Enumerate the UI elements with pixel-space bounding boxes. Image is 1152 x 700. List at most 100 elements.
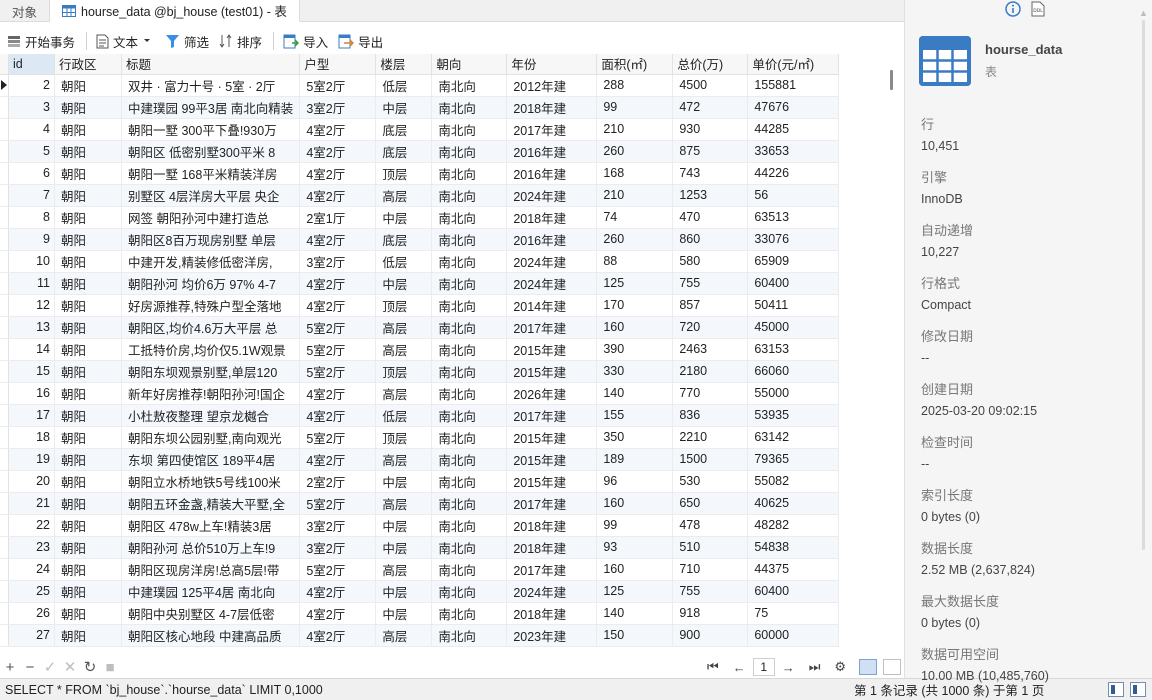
table-cell[interactable]: 4室2厅	[299, 624, 377, 647]
table-cell[interactable]: 53935	[747, 404, 840, 427]
first-page-icon[interactable]: ⏮	[707, 659, 719, 675]
table-cell[interactable]: 朝阳区,均价4.6万大平层 总	[121, 316, 301, 339]
table-cell[interactable]: 140	[596, 382, 674, 405]
table-cell[interactable]: 中建璞园 99平3居 南北向精装	[121, 96, 301, 119]
table-cell[interactable]: 48282	[747, 514, 840, 537]
table-cell[interactable]: 2024年建	[506, 184, 598, 207]
table-cell[interactable]: 南北向	[431, 492, 508, 515]
table-cell[interactable]: 26	[8, 602, 55, 625]
row-marker[interactable]	[0, 272, 9, 295]
table-row[interactable]: 25 朝阳 中建璞园 125平4居 南北向 4室2厅 中层 南北向 2024年建 125 755…	[0, 580, 840, 603]
table-cell[interactable]: 755	[672, 580, 749, 603]
table-cell[interactable]: 13	[8, 316, 55, 339]
column-header[interactable]: 朝向	[431, 54, 508, 75]
table-cell[interactable]: 南北向	[431, 162, 508, 185]
table-cell[interactable]: 45000	[747, 316, 840, 339]
table-cell[interactable]: 4室2厅	[299, 140, 377, 163]
table-cell[interactable]: 7	[8, 184, 55, 207]
table-cell[interactable]: 2015年建	[506, 338, 598, 361]
table-cell[interactable]: 中建开发,精装修低密洋房,	[121, 250, 301, 273]
table-cell[interactable]: 朝阳	[54, 360, 122, 383]
table-cell[interactable]: 南北向	[431, 426, 508, 449]
discard-changes-button[interactable]: ✕	[60, 658, 80, 676]
table-cell[interactable]: 高层	[375, 184, 433, 207]
table-cell[interactable]: 南北向	[431, 602, 508, 625]
refresh-button[interactable]: ↻	[80, 658, 100, 676]
column-header[interactable]: 单价(元/㎡)	[747, 54, 840, 75]
table-cell[interactable]: 3	[8, 96, 55, 119]
table-cell[interactable]: 南北向	[431, 448, 508, 471]
table-cell[interactable]: 南北向	[431, 536, 508, 559]
table-cell[interactable]: 顶层	[375, 360, 433, 383]
table-cell[interactable]: 朝阳区 低密别墅300平米 8	[121, 140, 301, 163]
table-cell[interactable]: 朝阳区8百万现房别墅 单层	[121, 228, 301, 251]
table-cell[interactable]: 15	[8, 360, 55, 383]
grid-view-button[interactable]	[859, 659, 878, 675]
table-cell[interactable]: 朝阳	[54, 602, 122, 625]
table-cell[interactable]: 朝阳	[54, 140, 122, 163]
table-cell[interactable]: 朝阳	[54, 74, 122, 97]
table-cell[interactable]: 2180	[672, 360, 749, 383]
table-cell[interactable]: 2024年建	[506, 250, 598, 273]
table-cell[interactable]: 22	[8, 514, 55, 537]
table-cell[interactable]: 40625	[747, 492, 840, 515]
table-cell[interactable]: 2	[8, 74, 55, 97]
delete-record-button[interactable]: −	[20, 659, 40, 676]
row-marker[interactable]	[0, 140, 9, 163]
table-cell[interactable]: 中层	[375, 536, 433, 559]
import-button[interactable]: 导入	[279, 30, 332, 52]
table-cell[interactable]: 中层	[375, 272, 433, 295]
table-cell[interactable]: 南北向	[431, 470, 508, 493]
table-cell[interactable]: 170	[596, 294, 674, 317]
table-cell[interactable]: 朝阳	[54, 228, 122, 251]
table-cell[interactable]: 朝阳	[54, 184, 122, 207]
column-header[interactable]: 标题	[121, 54, 301, 75]
tab-objects[interactable]: 对象	[0, 0, 51, 22]
table-row[interactable]: 17 朝阳 小杜敖夜整理 望京龙樾合 4室2厅 低层 南北向 2017年建 155 836 539…	[0, 404, 840, 427]
table-cell[interactable]: 2018年建	[506, 514, 598, 537]
table-cell[interactable]: 南北向	[431, 316, 508, 339]
table-cell[interactable]: 54838	[747, 536, 840, 559]
table-row[interactable]: 11 朝阳 朝阳孙河 均价6万 97% 4-7 4室2厅 中层 南北向 2024年建 125 7…	[0, 272, 840, 295]
table-cell[interactable]: 好房源推荐,特殊户型全落地	[121, 294, 301, 317]
table-cell[interactable]: 5室2厅	[299, 338, 377, 361]
table-cell[interactable]: 高层	[375, 338, 433, 361]
table-cell[interactable]: 4室2厅	[299, 118, 377, 141]
table-cell[interactable]: 720	[672, 316, 749, 339]
table-cell[interactable]: 18	[8, 426, 55, 449]
table-cell[interactable]: 南北向	[431, 338, 508, 361]
table-row[interactable]: 24 朝阳 朝阳区现房洋房!总高5层!带 5室2厅 高层 南北向 2017年建 160 710 4…	[0, 558, 840, 581]
table-cell[interactable]: 南北向	[431, 74, 508, 97]
prev-page-icon[interactable]: ←	[733, 660, 746, 675]
table-cell[interactable]: 底层	[375, 140, 433, 163]
table-cell[interactable]: 低层	[375, 74, 433, 97]
table-cell[interactable]: 3室2厅	[299, 514, 377, 537]
row-marker[interactable]	[0, 74, 9, 97]
table-cell[interactable]: 别墅区 4层洋房大平层 央企	[121, 184, 301, 207]
row-marker[interactable]	[0, 514, 9, 537]
table-cell[interactable]: 4室2厅	[299, 404, 377, 427]
table-cell[interactable]: 中层	[375, 514, 433, 537]
table-cell[interactable]: 南北向	[431, 514, 508, 537]
row-marker[interactable]	[0, 404, 9, 427]
table-cell[interactable]: 5室2厅	[299, 558, 377, 581]
table-cell[interactable]: 60000	[747, 624, 840, 647]
table-cell[interactable]: 2026年建	[506, 382, 598, 405]
table-cell[interactable]: 2463	[672, 338, 749, 361]
table-cell[interactable]: 2018年建	[506, 602, 598, 625]
table-cell[interactable]: 74	[596, 206, 674, 229]
row-marker[interactable]	[0, 470, 9, 493]
table-cell[interactable]: 755	[672, 272, 749, 295]
table-cell[interactable]: 210	[596, 118, 674, 141]
table-cell[interactable]: 210	[596, 184, 674, 207]
table-cell[interactable]: 4室2厅	[299, 382, 377, 405]
table-cell[interactable]: 189	[596, 448, 674, 471]
table-row[interactable]: 9 朝阳 朝阳区8百万现房别墅 单层 4室2厅 底层 南北向 2016年建 260 860 330…	[0, 228, 840, 251]
table-cell[interactable]: 288	[596, 74, 674, 97]
table-cell[interactable]: 4	[8, 118, 55, 141]
table-cell[interactable]: 472	[672, 96, 749, 119]
table-cell[interactable]: 16	[8, 382, 55, 405]
table-cell[interactable]: 南北向	[431, 294, 508, 317]
table-cell[interactable]: 88	[596, 250, 674, 273]
row-marker[interactable]	[0, 206, 9, 229]
